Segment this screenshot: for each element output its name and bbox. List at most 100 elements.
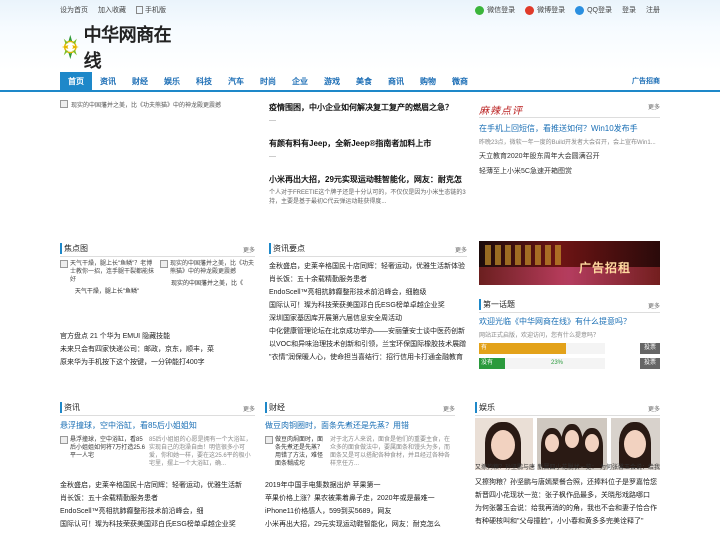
nav-item-games[interactable]: 游戏 <box>316 72 348 92</box>
ad-recruit-link[interactable]: 广告招商 <box>632 72 660 92</box>
nav-item-shopping[interactable]: 购物 <box>412 72 444 92</box>
yule-photo-caption[interactable]: 为何张馨玉会说：给我 <box>600 462 660 471</box>
list-item[interactable]: 金秋盛启，史莱辛格国民十店同辉：轻奢运动，优雅生活新体验 <box>269 260 467 273</box>
topic-question[interactable]: 欢迎光临《中华网商在线》有什么提意吗？ <box>479 316 660 327</box>
yule-section-title: 娱乐 <box>475 402 495 413</box>
nav-item-fashion[interactable]: 时尚 <box>252 72 284 92</box>
photo-face <box>545 434 559 452</box>
list-item[interactable]: 原来华为手机按下这个按键，一分钟能打400字 <box>60 356 255 369</box>
list-item[interactable]: 国际认可！璨为科技荣获美国邓白氏ESG榜单卓越企业奖 <box>60 518 255 531</box>
list-item[interactable]: 肖长饭：五十余载精勤服务患者 <box>60 492 255 505</box>
list-item[interactable]: 2019年中国手电集数据出炉 苹果第一 <box>265 479 455 492</box>
zixun-thumb-text: 85后小姐姐的心愿是拥有一个大浴缸，实现自己的泡澡自由！明信很多小可爱，你和她一… <box>149 437 252 467</box>
site-logo[interactable]: 中华网商在线 <box>60 25 182 72</box>
zixun-block: 悬浮撞球，空中浴缸，看85后小姐姐知 悬浮撞球，空中浴缸，看85后小姐姐如何将7… <box>60 420 255 468</box>
nav-item-auto[interactable]: 汽车 <box>220 72 252 92</box>
list-item[interactable]: iPhone11价格感人，599到买5689，网友 <box>265 505 455 518</box>
photo-face <box>624 430 646 458</box>
list-item[interactable]: 新晋四小花现状一览：张子枫作品最多，关晓彤戏路哪口 <box>475 489 660 502</box>
caijing-thumb-text: 对于北方人来说，面食是他们的重要主食，在众多的面食做法中，要属面条和馒头为多，而… <box>330 437 451 467</box>
list-item[interactable]: 官方盘点 21 个华为 EMUI 隐藏技能 <box>60 330 255 343</box>
broken-image-icon <box>60 100 68 108</box>
caijing-headline[interactable]: 做豆肉铜圈时，面条先煮还是先蒸？用错 <box>265 420 455 431</box>
nav-item-tech[interactable]: 科技 <box>188 72 220 92</box>
broken-image-icon <box>160 260 168 268</box>
nav-item-home[interactable]: 首页 <box>60 72 92 92</box>
list-item[interactable]: 深圳国家基因库开展第六届信息安全周活动 <box>269 312 467 325</box>
nav-item-enterprise[interactable]: 企业 <box>284 72 316 92</box>
review-more-link[interactable]: 更多 <box>648 102 660 111</box>
ad-glow <box>479 267 660 285</box>
vote-button[interactable]: 投票 <box>640 343 660 354</box>
headline-3-desc: 个人对于FREETIE这个牌子还是十分认可的，不仅仅是因为小米生态链的3持，主要… <box>269 190 466 205</box>
nav-item-finance[interactable]: 财经 <box>124 72 156 92</box>
review-item[interactable]: 轻薄至上小米5C急速开箱图赏 <box>479 166 660 176</box>
wechat-login-link[interactable]: 微信登录 <box>475 5 515 15</box>
nav-item-wechat-business[interactable]: 微商 <box>444 72 476 92</box>
vote-button[interactable]: 投票 <box>640 358 660 369</box>
logo-text: 中华网商在线 <box>83 25 172 72</box>
list-item[interactable]: 小米再出大招，29元实现运动鞋智能化，网友：耐克怎么 <box>265 518 455 531</box>
list-item[interactable]: 为何张馨玉会说：给我再消的的角，我也不会和妻子恰合作 <box>475 502 660 515</box>
caijing-more-link[interactable]: 更多 <box>443 404 455 413</box>
weibo-login-link[interactable]: 微博登录 <box>525 5 565 15</box>
topic-section-header: 第一话题 更多 <box>479 299 660 313</box>
photo-face <box>585 434 599 452</box>
set-home-link[interactable]: 设为首页 <box>60 5 88 15</box>
top-bar-right: 微信登录 微博登录 QQ登录 登录 注册 <box>475 5 660 15</box>
wechat-icon <box>475 5 485 15</box>
featured-image[interactable]: 现实的中国藩并之美，比《功夫熊猫》中的神龙殿更震撼 <box>60 100 255 225</box>
list-item[interactable]: 金秋盛启，史莱辛格国民十店同辉：轻奢运动，优雅生活新 <box>60 479 255 492</box>
zixun-more-link[interactable]: 更多 <box>243 404 255 413</box>
focus-section-header: 焦点图 更多 <box>60 243 255 257</box>
nav-item-news[interactable]: 资讯 <box>92 72 124 92</box>
headline-3[interactable]: 小米再出大招，29元实现运动鞋智能化，网友：耐克怎 <box>269 174 467 185</box>
list-item[interactable]: EndoScell™亮相抗肺癫整形技术前沿峰会，细 <box>60 505 255 518</box>
vote-percent: 23% <box>551 360 564 366</box>
bookmark-link[interactable]: 加入收藏 <box>98 5 126 15</box>
topic-more-link[interactable]: 更多 <box>648 301 660 310</box>
qq-login-link[interactable]: QQ登录 <box>575 5 612 15</box>
qq-login-label: QQ登录 <box>587 7 612 14</box>
vote-bar-track: 有 77% <box>479 343 605 354</box>
focus-more-link[interactable]: 更多 <box>243 245 255 254</box>
list-item[interactable]: 以VOC和异味治理技术创新和引领，兰宝环保国际橡胶技术展蹭 <box>269 338 467 351</box>
yule-more-link[interactable]: 更多 <box>648 404 660 413</box>
news-section-title: 资讯要点 <box>269 243 305 254</box>
vote-bar-track: 没有 23% <box>479 358 605 369</box>
list-item[interactable]: 国际认可！璨为科技荣获美国邓白氏ESG榜单卓越企业奖 <box>269 299 467 312</box>
register-link[interactable]: 注册 <box>646 5 660 15</box>
mobile-label: 手机版 <box>145 7 166 14</box>
zixun-thumb-news[interactable]: 悬浮撞球，空中浴缸，看85后小姐姐如何将7万打造25.6平一人宅 85后小姐姐的… <box>60 436 255 468</box>
focus-pic[interactable]: 现实的中国藩并之美，比《功夫熊猫》中的神龙殿更震撼 现实的中国藩并之美，比《 <box>160 260 254 296</box>
yule-photo-caption[interactable]: 新晋四小花脱状一览： <box>537 462 597 471</box>
login-link[interactable]: 登录 <box>622 5 636 15</box>
list-item[interactable]: "衣情"润保暖人心，使命担当喜结行：招行信用卡打通金融教育 <box>269 351 467 364</box>
list-item[interactable]: 中化健康管理论坛在北京成功举办——安丽肇安士谈中医药创新 <box>269 325 467 338</box>
headline-2[interactable]: 有颜有料有Jeep，全新Jeep®指南者加料上市 <box>269 138 467 149</box>
zixun-headline[interactable]: 悬浮撞球，空中浴缸，看85后小姐姐知 <box>60 420 255 431</box>
mobile-icon <box>136 6 143 14</box>
nav-item-food[interactable]: 美食 <box>348 72 380 92</box>
caijing-thumb-news[interactable]: 做豆肉焖面时，面条先煮还是先蒸？用错了方法，难怪面条糊成坨 对于北方人来说，面食… <box>265 436 455 468</box>
yule-list: 又擦狗粮？孙坚鹏与唐嫣聚餐合照，还捧料位子是罗嘉恰您 新晋四小花现状一览：张子枫… <box>475 476 660 528</box>
review-item[interactable]: 天立教育2020年股东周年大会圆满召开 <box>479 151 660 161</box>
list-item[interactable]: 未来只会有四家快递公司：邮政，京东，顺丰，菜 <box>60 343 255 356</box>
nav-item-business[interactable]: 商讯 <box>380 72 412 92</box>
list-item[interactable]: 有种硬核叫和"父母撞脸"，小小春和黄多多完美诠释了" <box>475 515 660 528</box>
headline-1[interactable]: 疫情围困，中小企业如何解决复工复产的燃眉之急？ <box>269 102 467 113</box>
list-item[interactable]: 又擦狗粮？孙坚鹏与唐嫣聚餐合照，还捧料位子是罗嘉恰您 <box>475 476 660 489</box>
focus-pic[interactable]: 天气干燥，腿上长"鱼鳞"？老博士教你一招，连手腿干裂都能抹好 天气干燥，腿上长"… <box>60 260 154 296</box>
wechat-login-label: 微信登录 <box>487 7 516 14</box>
nav-item-entertainment[interactable]: 娱乐 <box>156 72 188 92</box>
review-main-link[interactable]: 在手机上回短信，看推送如何？Win10发布手 <box>479 123 660 134</box>
list-item[interactable]: EndoScell™亮相抗肺癫整形技术前沿峰会，细胞级 <box>269 286 467 299</box>
vote-percent: 77% <box>551 345 564 351</box>
mobile-link[interactable]: 手机版 <box>136 5 166 15</box>
list-item[interactable]: 苹果价格上涨？果农被乘着鼻子走，2020年或是最难一 <box>265 492 455 505</box>
yule-photo-caption[interactable]: 又擦狗粮？孙坚鹏与唐 <box>475 462 535 471</box>
headline-list: 疫情围困，中小企业如何解决复工复产的燃眉之急？ — 有颜有料有Jeep，全新Je… <box>269 102 467 207</box>
ad-banner[interactable]: 广告招租 <box>479 241 660 285</box>
list-item[interactable]: 肖长饭：五十余载精勤服务患者 <box>269 273 467 286</box>
news-more-link[interactable]: 更多 <box>455 245 467 254</box>
